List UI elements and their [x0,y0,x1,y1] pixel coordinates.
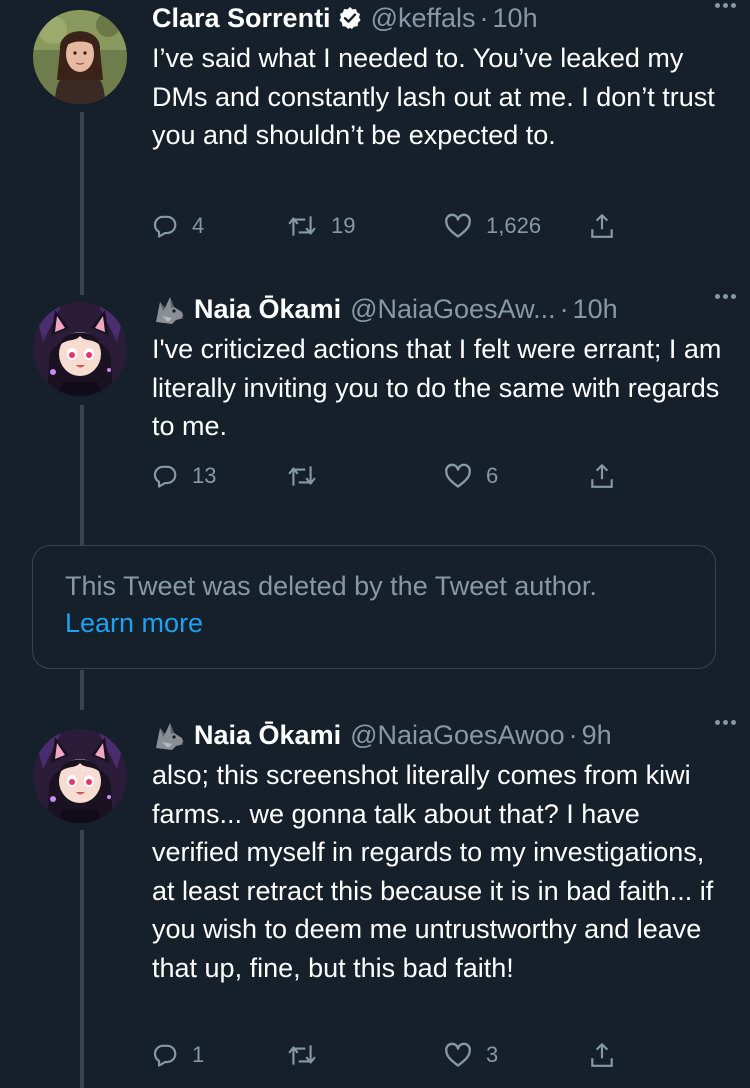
wolf-emoji-icon [152,294,186,324]
reply-count: 13 [192,463,217,488]
like-button[interactable]: 1,626 [444,209,541,243]
handle[interactable]: @NaiaGoesAwoo [350,718,565,752]
separator-dot: · [559,294,569,324]
handle[interactable]: @keffals [371,1,476,35]
like-button[interactable]: 6 [444,459,498,493]
handle[interactable]: @NaiaGoesAw... [350,292,556,326]
tweet-header: Naia Ōkami @NaiaGoesAw... · 10h [152,292,722,326]
separator-dot: · [479,3,489,33]
like-button[interactable]: 3 [444,1038,498,1072]
tweet[interactable]: Clara Sorrenti @keffals · 10h I’ve said … [0,0,750,290]
tweet-actions: 13 6 [152,459,622,493]
reply-icon [153,215,177,238]
more-options-icon[interactable] [715,720,736,725]
retweet-icon [288,1045,316,1065]
tweet-text: I’ve said what I needed to. You’ve leake… [152,43,715,150]
avatar[interactable] [33,302,127,396]
share-icon [591,464,613,488]
separator-dot: · [568,720,578,750]
reply-count: 4 [192,213,205,238]
display-name[interactable]: Clara Sorrenti [152,1,331,35]
share-button[interactable] [589,209,615,243]
display-name[interactable]: Naia Ōkami [194,718,341,752]
avatar[interactable] [33,10,127,104]
verified-badge-icon [338,6,362,30]
retweet-icon [288,216,316,236]
heart-icon [445,213,471,238]
reply-count: 1 [192,1042,205,1067]
more-options-icon[interactable] [715,3,736,8]
timestamp[interactable]: 10h [573,292,618,326]
avatar[interactable] [33,729,127,823]
deleted-tweet-notice: This Tweet was deleted by the Tweet auth… [32,545,716,669]
wolf-emoji-icon [152,720,186,750]
heart-icon [445,1042,471,1067]
tweet-text: I've criticized actions that I felt were… [152,334,722,441]
retweet-count: 19 [331,213,356,238]
deleted-notice-text: This Tweet was deleted by the Tweet auth… [65,571,597,601]
display-name[interactable]: Naia Ōkami [194,292,341,326]
share-button[interactable] [589,459,615,493]
share-button[interactable] [589,1038,615,1072]
tweet-header: Naia Ōkami @NaiaGoesAwoo · 9h [152,718,722,752]
retweet-icon [288,466,316,486]
tweet[interactable]: Naia Ōkami @NaiaGoesAwoo · 9h also; this… [0,706,750,1088]
tweet-actions: 4 19 1,626 [152,209,622,243]
like-count: 1,626 [486,213,542,238]
tweet-actions: 1 3 [152,1038,622,1072]
timestamp[interactable]: 10h [493,1,538,35]
retweet-button[interactable]: 19 [287,209,355,243]
heart-icon [445,463,471,488]
tweet-text: also; this screenshot literally comes fr… [152,760,714,983]
like-count: 6 [486,463,499,488]
learn-more-link[interactable]: Learn more [65,605,715,642]
reply-button[interactable]: 13 [152,459,216,493]
share-icon [591,214,613,238]
reply-button[interactable]: 4 [152,209,204,243]
timestamp[interactable]: 9h [582,718,612,752]
thread-line [80,670,84,710]
reply-icon [153,1044,177,1067]
retweet-button[interactable] [287,459,331,493]
more-options-icon[interactable] [715,294,736,299]
like-count: 3 [486,1042,499,1067]
retweet-button[interactable] [287,1038,331,1072]
reply-icon [153,465,177,488]
timeline: Clara Sorrenti @keffals · 10h I’ve said … [0,0,750,1088]
reply-button[interactable]: 1 [152,1038,204,1072]
tweet-header: Clara Sorrenti @keffals · 10h [152,1,722,35]
tweet[interactable]: Naia Ōkami @NaiaGoesAw... · 10h I've cri… [0,290,750,545]
share-icon [591,1043,613,1067]
